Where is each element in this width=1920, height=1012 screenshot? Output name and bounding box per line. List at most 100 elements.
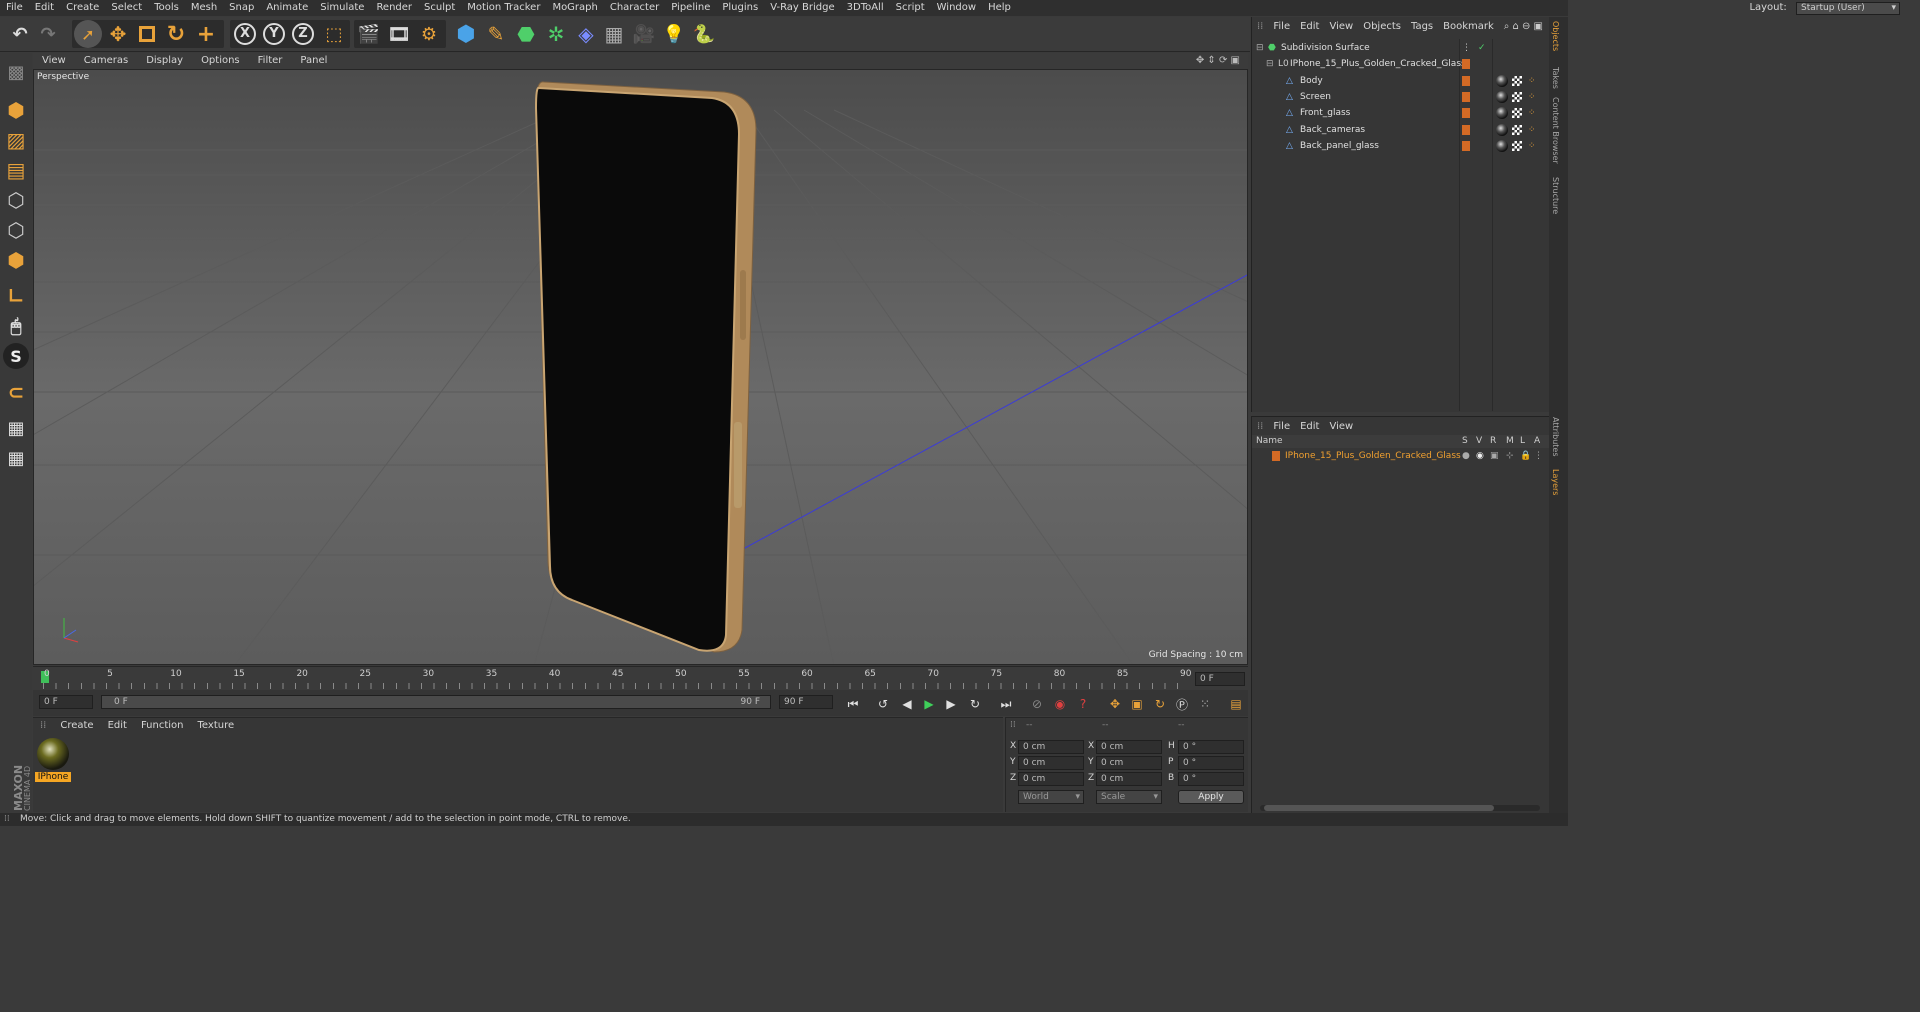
go-to-end-icon[interactable]: ⏭ [996,694,1016,714]
object-row[interactable]: △ Body ⁘ [1252,73,1550,89]
x-axis-lock-button[interactable]: X [231,20,259,48]
layer-swatch[interactable] [1462,125,1470,135]
next-frame-icon[interactable]: ▶ [941,694,961,714]
menu-edit[interactable]: Edit [29,0,60,13]
material-tag-icon[interactable] [1496,124,1508,136]
object-row[interactable]: △ Front_glass ⁘ [1252,105,1550,121]
light-icon[interactable]: 💡 [660,20,688,48]
points-mode-icon[interactable]: ⬡ [3,187,29,213]
menu-plugins[interactable]: Plugins [716,0,764,13]
layout-dropdown[interactable]: Startup (User) ▾ [1796,2,1900,15]
recent-tool-icon[interactable]: + [192,20,220,48]
obj-menu-view[interactable]: View [1324,17,1358,32]
layer-menu-file[interactable]: File [1268,417,1295,432]
redo-icon[interactable]: ↷ [34,20,62,48]
vp-menu-display[interactable]: Display [137,53,192,66]
object-row[interactable]: △ Back_cameras ⁘ [1252,122,1550,138]
rot-p-field[interactable]: 0 ° [1178,756,1244,770]
vp-menu-filter[interactable]: Filter [249,53,292,66]
obj-menu-objects[interactable]: Objects [1358,17,1406,32]
deformer-icon[interactable]: ◈ [572,20,600,48]
render-view-icon[interactable]: 🎬 [355,20,383,48]
menu-simulate[interactable]: Simulate [314,0,370,13]
search-home-icons[interactable]: ⌕ ⌂ ⊖ ▣ [1504,21,1543,32]
material-tag-icon[interactable] [1496,75,1508,87]
range-slider[interactable]: 0 F 90 F [101,695,771,709]
side-tab-objects[interactable]: Objects [1551,21,1560,51]
uvw-tag-icon[interactable] [1512,125,1522,135]
menu-mesh[interactable]: Mesh [185,0,223,13]
uvw-tag-icon[interactable] [1512,141,1522,151]
layer-color-swatch[interactable] [1272,451,1280,461]
menu-create[interactable]: Create [60,0,105,13]
obj-menu-bookmark[interactable]: Bookmark [1438,17,1499,32]
layer-swatch[interactable] [1462,108,1470,118]
layer-swatch[interactable] [1462,141,1470,151]
menu-script[interactable]: Script [890,0,931,13]
selection-tag-icon[interactable]: ⁘ [1528,125,1538,135]
subdivision-surface-icon[interactable]: ⬣ [512,20,540,48]
coord-mode-dropdown[interactable]: World ▾ [1018,790,1084,804]
mat-menu-create[interactable]: Create [53,718,100,731]
undo-icon[interactable]: ↶ [6,20,34,48]
layer-swatch[interactable] [1462,59,1470,69]
magnet-icon[interactable]: ⊂ [3,379,29,405]
rot-h-field[interactable]: 0 ° [1178,740,1244,754]
side-tab-takes[interactable]: Takes [1551,67,1560,89]
snap-icon[interactable]: S [3,343,29,369]
rot-b-field[interactable]: 0 ° [1178,772,1244,786]
uvw-tag-icon[interactable] [1512,108,1522,118]
selection-tag-icon[interactable]: ⁘ [1528,141,1538,151]
y-axis-lock-button[interactable]: Y [260,20,288,48]
menu-snap[interactable]: Snap [223,0,260,13]
vp-menu-options[interactable]: Options [192,53,249,66]
selection-tag-icon[interactable]: ⁘ [1528,76,1538,86]
menu-render[interactable]: Render [370,0,418,13]
menu-animate[interactable]: Animate [260,0,314,13]
menu-window[interactable]: Window [931,0,982,13]
obj-menu-tags[interactable]: Tags [1406,17,1438,32]
next-key-icon[interactable]: ↻ [965,694,985,714]
select-arrow-icon[interactable]: ➚ [74,20,102,48]
menu-sculpt[interactable]: Sculpt [418,0,461,13]
menu-character[interactable]: Character [604,0,665,13]
visible-eye-icon[interactable]: ◉ [1476,448,1484,464]
z-axis-lock-button[interactable]: Z [289,20,317,48]
planar-workplane-icon[interactable]: ▦ [3,445,29,471]
key-scale-icon[interactable]: ▣ [1127,694,1147,714]
lock-workplane-icon[interactable]: ▦ [3,415,29,441]
menu-file[interactable]: File [0,0,29,13]
layer-menu-view[interactable]: View [1324,417,1358,432]
end-frame-field[interactable]: 90 F [779,695,833,709]
object-row[interactable]: ⊟ L0 IPhone_15_Plus_Golden_Cracked_Glass [1252,56,1550,72]
record-disabled-icon[interactable]: ⊘ [1027,694,1047,714]
material-tag-icon[interactable] [1496,91,1508,103]
side-tab-layers[interactable]: Layers [1551,469,1560,495]
size-z-field[interactable]: 0 cm [1096,772,1162,786]
viewport[interactable]: Perspective Grid Spacing : 10 cm [33,69,1248,665]
key-param-icon[interactable]: Ⓟ [1172,694,1192,714]
timeline[interactable]: 0 5 10 15 20 25 30 35 40 45 50 55 60 65 70 75 80 85 90 0 F [33,666,1248,690]
key-position-icon[interactable]: ✥ [1105,694,1125,714]
current-frame-field[interactable]: 0 F [1195,672,1245,686]
pos-z-field[interactable]: 0 cm [1018,772,1084,786]
menu-3dtoall[interactable]: 3DToAll [841,0,890,13]
camera-icon[interactable]: 🎥 [630,20,658,48]
scale-icon[interactable] [133,20,161,48]
render-picture-viewer-icon[interactable]: 🎞 [385,20,413,48]
side-tab-content-browser[interactable]: Content Browser [1551,97,1560,164]
texture-mode-icon[interactable]: ▨ [3,127,29,153]
scrollbar-thumb[interactable] [1264,805,1494,811]
vp-menu-view[interactable]: View [33,53,75,66]
material-thumbnail[interactable]: IPhone [35,738,71,786]
manager-icon[interactable]: ⊹ [1506,448,1514,464]
menu-mograph[interactable]: MoGraph [546,0,603,13]
collapse-icon[interactable]: ⊟ [1266,56,1274,72]
visibility-dots-icon[interactable]: ⋮ [1462,40,1471,56]
pos-x-field[interactable]: 0 cm [1018,740,1084,754]
play-icon[interactable]: ▶ [919,694,939,714]
animation-icon[interactable]: ⋮ [1534,448,1543,464]
coordinate-system-icon[interactable]: ⬚ [320,20,348,48]
menu-select[interactable]: Select [105,0,148,13]
uvw-tag-icon[interactable] [1512,76,1522,86]
